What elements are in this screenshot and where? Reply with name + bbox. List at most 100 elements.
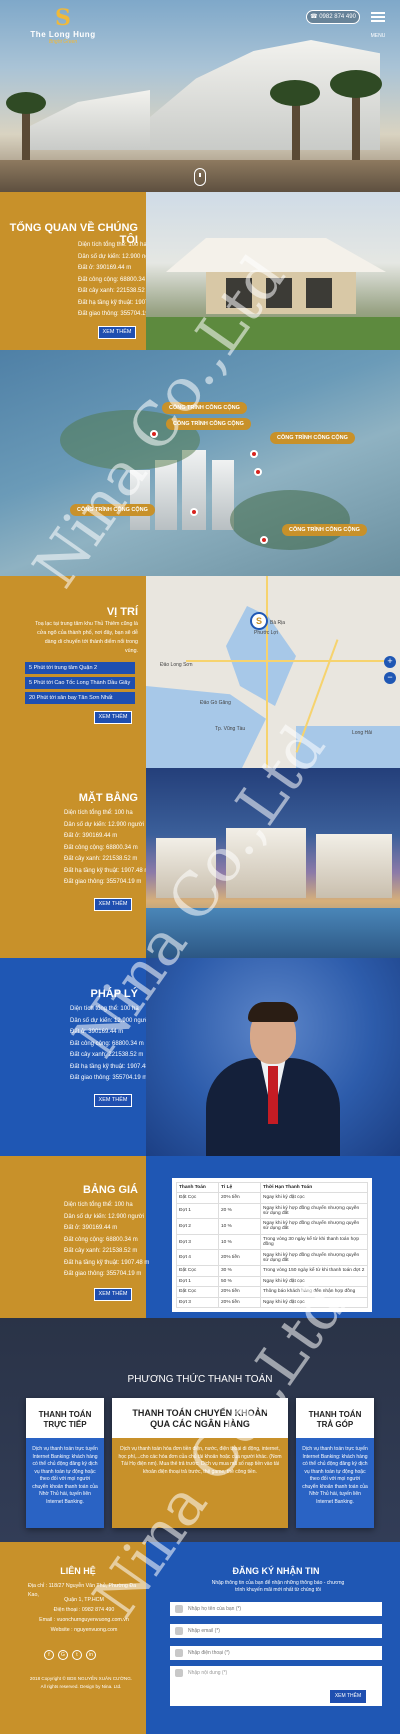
legal-more-button[interactable]: XEM THÊM bbox=[94, 1094, 132, 1107]
map-label: Bà Rịa bbox=[270, 620, 286, 626]
payment-card-installment[interactable]: THANH TOÁN TRẢ GÓP Dịch vụ thanh toán tr… bbox=[296, 1398, 374, 1528]
table-row: Đặt Cọc 20% tiền Ngay khi ký đặt cọc bbox=[176, 1192, 368, 1204]
page: S The Long Hung Bright Green ☎ 0982 874 … bbox=[0, 0, 400, 1734]
stat-line: Đất hạ tầng kỹ thuật: 1907.48 m bbox=[64, 1259, 150, 1266]
hotline-number: 0982 874 490 bbox=[319, 14, 356, 20]
payment-methods-title: PHƯƠNG THỨC THANH TOÁN bbox=[127, 1374, 273, 1385]
table-cell: Đợt 3 bbox=[176, 1233, 219, 1251]
stat-line: Đất giao thông: 355704.19 m bbox=[64, 1271, 142, 1277]
column-header: Thanh Toán bbox=[176, 1182, 219, 1193]
table-cell: Đặt Cọc bbox=[176, 1264, 219, 1277]
zoom-in-button[interactable]: + bbox=[384, 656, 396, 668]
map-pin-icon[interactable] bbox=[190, 508, 198, 516]
hotline-button[interactable]: ☎ 0982 874 490 bbox=[306, 10, 360, 24]
table-header-row: Thanh Toán Tỉ Lệ Thời Hạn Thanh Toán bbox=[176, 1182, 368, 1193]
contact-title: LIÊN HỆ bbox=[60, 1566, 96, 1576]
credit: All rights reserved. Design by Nina. Ltd… bbox=[40, 1684, 122, 1689]
table-row: Đặt Cọc 20% tiền Thông báo khách hàng đến … bbox=[176, 1286, 368, 1298]
map-label: Đảo Long Sơn bbox=[160, 662, 193, 668]
subscribe-submit-button[interactable]: XEM THÊM bbox=[330, 1690, 366, 1703]
location-more-button[interactable]: XEM THÊM bbox=[94, 711, 132, 724]
payment-card-direct[interactable]: THANH TOÁN TRỰC TIẾP Dịch vụ thanh toán … bbox=[26, 1398, 104, 1528]
subscribe-description: Nhập thông tin của bạn để nhận những thô… bbox=[211, 1580, 345, 1593]
layout-more-button[interactable]: XEM THÊM bbox=[94, 898, 132, 911]
overview-more-button[interactable]: XEM THÊM bbox=[98, 326, 136, 339]
table-cell: Đợt 2 bbox=[176, 1218, 219, 1235]
map-callout[interactable]: CÔNG TRÌNH CÔNG CỘNG bbox=[162, 402, 247, 414]
table-row: Đợt 3 20% tiền Ngay khi ký đặt cọc bbox=[176, 1296, 368, 1309]
layout-title: MẶT BẰNG bbox=[78, 792, 138, 804]
table-cell: 20% tiền bbox=[218, 1192, 261, 1204]
name-input[interactable] bbox=[170, 1602, 382, 1616]
payment-card-transfer[interactable]: THANH TOÁN CHUYỂN KHOẢN QUA CÁC NGÂN HÀN… bbox=[112, 1398, 288, 1528]
twitter-icon[interactable]: t bbox=[72, 1650, 82, 1660]
table-row: Đợt 4 20% tiền Ngay khi ký hợp đồng chuyển… bbox=[176, 1249, 368, 1266]
linkedin-icon[interactable]: in bbox=[86, 1650, 96, 1660]
card-body: Dịch vụ thanh toán hóa đơn tiền điện, nư… bbox=[112, 1438, 288, 1528]
table-cell: 10 % bbox=[218, 1233, 261, 1251]
contact-website[interactable]: Website : nguyenvuong.com bbox=[28, 1626, 140, 1635]
stat-line: Đất cây xanh: 221538.52 m bbox=[64, 1248, 138, 1254]
card-text: Dịch vụ thanh toán trực tuyến Internet B… bbox=[302, 1446, 368, 1505]
table-cell: Đợt 1 bbox=[176, 1275, 219, 1288]
scroll-down-indicator[interactable] bbox=[194, 168, 206, 186]
price-more-button[interactable]: XEM THÊM bbox=[94, 1288, 132, 1301]
card-title: THANH TOÁN TRẢ GÓP bbox=[308, 1410, 362, 1429]
card-text: Dịch vụ thanh toán hóa đơn tiền điện, nư… bbox=[118, 1446, 282, 1475]
facebook-icon[interactable]: f bbox=[44, 1650, 54, 1660]
google-plus-icon[interactable]: G bbox=[58, 1650, 68, 1660]
map-pin-icon[interactable] bbox=[250, 450, 258, 458]
menu-button[interactable]: MENU bbox=[368, 10, 388, 42]
map-pin-icon[interactable] bbox=[150, 430, 158, 438]
phone-input[interactable] bbox=[170, 1646, 382, 1660]
email-input[interactable] bbox=[170, 1624, 382, 1638]
highlight-item: 5 Phút tới trung tâm Quận 2 bbox=[25, 662, 135, 674]
logo-mark-icon: S bbox=[55, 5, 71, 31]
location-title: VỊ TRÍ bbox=[106, 606, 138, 618]
table-cell: Đợt 3 bbox=[176, 1296, 219, 1309]
legal-title: PHÁP LÝ bbox=[90, 988, 138, 1000]
map-callout[interactable]: CÔNG TRÌNH CÔNG CỘNG bbox=[166, 418, 251, 430]
location-map[interactable] bbox=[146, 576, 400, 768]
contact-email[interactable]: Email : vuonchurnguyenvuong.com.vn bbox=[28, 1616, 140, 1625]
card-title: THANH TOÁN CHUYỂN KHOẢN QUA CÁC NGÂN HÀN… bbox=[132, 1408, 268, 1429]
table-cell: Thông báo khách hàng đến nhận hợp đồng bbox=[260, 1286, 368, 1298]
phone-icon bbox=[175, 1649, 183, 1657]
logo-subtitle: Bright Green bbox=[48, 39, 78, 45]
mail-icon bbox=[175, 1627, 183, 1635]
stat-line: Diện tích tổng thể: 100 ha bbox=[64, 1202, 133, 1208]
map-pin-icon[interactable] bbox=[260, 536, 268, 544]
map-callout[interactable]: CÔNG TRÌNH CÔNG CỘNG bbox=[70, 504, 155, 516]
highlight-item: 5 Phút tới Cao Tốc Long Thành Dầu Giây bbox=[25, 677, 135, 689]
table-cell: Ngay khi ký đặt cọc bbox=[260, 1296, 368, 1309]
zoom-out-button[interactable]: − bbox=[384, 672, 396, 684]
table-cell: Đặt Cọc bbox=[176, 1286, 219, 1298]
table-cell: Ngay khi ký hợp đồng chuyển nhượng quyền… bbox=[260, 1249, 368, 1266]
card-text: Dịch vụ thanh toán trực tuyến Internet B… bbox=[32, 1446, 98, 1505]
map-callout[interactable]: CÔNG TRÌNH CÔNG CỘNG bbox=[282, 524, 367, 536]
consultant-photo bbox=[146, 958, 400, 1156]
map-callout[interactable]: CÔNG TRÌNH CÔNG CỘNG bbox=[270, 432, 355, 444]
table-row: Đợt 3 10 % Trong vòng 30 ngày kể từ khi th… bbox=[176, 1233, 368, 1251]
table-cell: Đặt Cọc bbox=[176, 1192, 219, 1204]
map-marker-icon[interactable]: S bbox=[250, 612, 268, 630]
table-row: Đợt 2 10 % Ngay khi ký hợp đồng chuyển như… bbox=[176, 1218, 368, 1235]
table-cell: 20% tiền bbox=[218, 1286, 261, 1298]
subscribe-title: ĐĂNG KÝ NHẬN TIN bbox=[232, 1566, 320, 1576]
logo[interactable]: S The Long Hung Bright Green bbox=[18, 6, 108, 45]
card-title: THANH TOÁN TRỰC TIẾP bbox=[38, 1410, 92, 1429]
table-cell: Trong vòng 30 ngày kể từ khi thanh toán … bbox=[260, 1233, 368, 1251]
location-description: Toạ lạc tại trung tâm khu Thủ Thiêm cũng… bbox=[35, 621, 138, 654]
table-cell: Đợt 4 bbox=[176, 1249, 219, 1266]
table-cell: Ngay khi ký hợp đồng chuyển nhượng quyền… bbox=[260, 1202, 368, 1220]
hamburger-icon bbox=[371, 12, 385, 14]
table-cell: Ngay khi ký đặt cọc bbox=[260, 1275, 368, 1288]
contact-phone[interactable]: Điện thoại : 0982 874 490 bbox=[28, 1606, 140, 1615]
table-cell: 20% tiền bbox=[218, 1249, 261, 1266]
table-row: Đợt 1 50 % Ngay khi ký đặt cọc bbox=[176, 1275, 368, 1288]
map-pin-icon[interactable] bbox=[254, 468, 262, 476]
map-label: Phước Lợi bbox=[254, 630, 278, 636]
menu-label: MENU bbox=[370, 33, 386, 39]
table-cell: Ngay khi ký hợp đồng chuyển nhượng quyền… bbox=[260, 1218, 368, 1235]
stat-line: Dân số dự kiến: 12.900 người bbox=[64, 1213, 145, 1220]
